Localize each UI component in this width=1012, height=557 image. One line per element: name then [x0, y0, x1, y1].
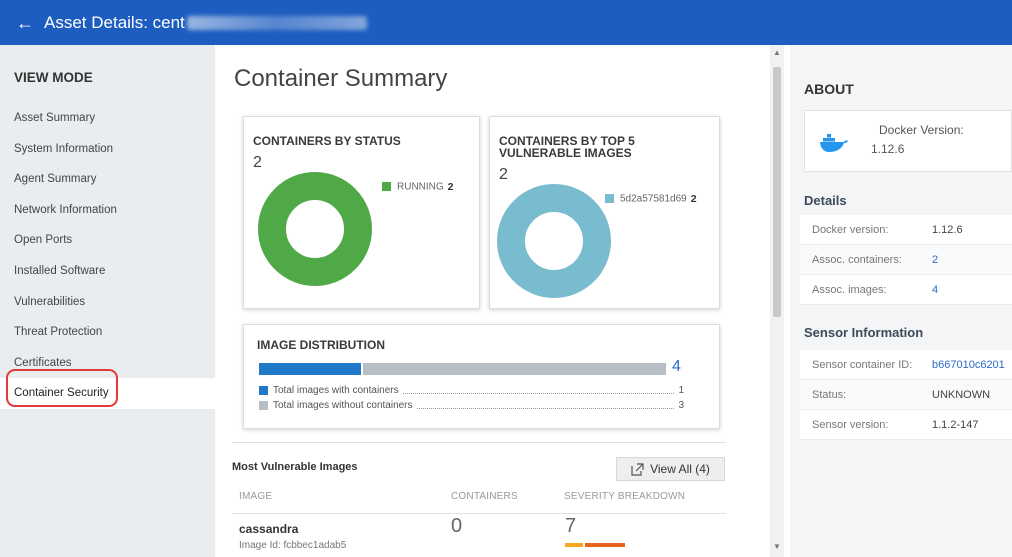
sensor-key: Status: [812, 388, 847, 401]
detail-value: 1.12.6 [932, 223, 963, 236]
sensor-version-value: 1.1.2-147 [932, 418, 979, 431]
sidebar-item-threat-protection[interactable]: Threat Protection [0, 317, 215, 348]
status-donut-chart [258, 172, 372, 286]
distribution-total[interactable]: 4 [672, 358, 681, 376]
assoc-images-link[interactable]: 4 [932, 284, 938, 296]
section-divider [232, 442, 726, 443]
sidebar-item-vulnerabilities[interactable]: Vulnerabilities [0, 287, 215, 318]
containers-by-vulnerable-images-card: CONTAINERS BY TOP 5 VULNERABLE IMAGES 2 … [489, 116, 720, 309]
image-id: Image Id: fcbbec1adab5 [239, 540, 347, 551]
top-bar: ← Asset Details: cent [0, 0, 1012, 45]
sensor-container-id-link[interactable]: b667010c6201 [932, 359, 1005, 371]
sensor-info-title: Sensor Information [804, 325, 924, 340]
legend-swatch-with [259, 385, 268, 395]
legend-swatch-image [605, 194, 614, 204]
docker-version-label: Docker Version: [879, 123, 964, 137]
card-title: CONTAINERS BY TOP 5 VULNERABLE IMAGES [499, 135, 635, 159]
about-panel: ABOUT Docker Version: 1.12.6 Details Doc… [790, 45, 1012, 557]
sensor-row-status: Status: UNKNOWN [800, 380, 1012, 410]
docker-version-box: Docker Version: 1.12.6 [804, 110, 1012, 172]
sensor-key: Sensor version: [812, 418, 889, 431]
sidebar: VIEW MODE Asset Summary System Informati… [0, 45, 215, 557]
assoc-containers-link[interactable]: 2 [932, 254, 938, 266]
severity-segment-medium [565, 543, 583, 547]
column-header-image[interactable]: IMAGE [239, 491, 272, 502]
section-title: Most Vulnerable Images [232, 461, 358, 473]
donut-slice-image [497, 184, 611, 298]
sensor-row-container-id: Sensor container ID: b667010c6201 [800, 350, 1012, 380]
image-distribution-card: IMAGE DISTRIBUTION 4 Total images with c… [243, 324, 720, 429]
external-link-icon [631, 462, 644, 476]
legend-value: 3 [678, 399, 684, 411]
details-title: Details [804, 193, 847, 208]
bar-segment-with-containers [259, 363, 361, 375]
legend-swatch-running [382, 182, 391, 192]
detail-key: Assoc. images: [812, 283, 887, 296]
legend-value: 2 [690, 192, 697, 205]
severity-bar [565, 543, 625, 547]
detail-row-assoc-containers: Assoc. containers: 2 [800, 245, 1012, 275]
dotted-leader [416, 402, 675, 409]
sensor-row-version: Sensor version: 1.1.2-147 [800, 410, 1012, 440]
legend-label: RUNNING [397, 181, 444, 193]
scroll-thumb[interactable] [773, 67, 781, 317]
sidebar-heading: VIEW MODE [14, 70, 93, 85]
redacted-hostname [186, 15, 367, 30]
legend-label: Total images without containers [273, 399, 413, 411]
vulnerable-images-donut-chart [497, 184, 611, 298]
page-header-title: Asset Details: cent [44, 12, 185, 32]
back-arrow-icon[interactable]: ← [16, 14, 34, 32]
sidebar-item-network-information[interactable]: Network Information [0, 195, 215, 226]
detail-key: Assoc. containers: [812, 253, 902, 266]
dotted-leader [402, 387, 675, 394]
donut-slice-running [258, 172, 372, 286]
distribution-bar [259, 363, 666, 375]
docker-version-value: 1.12.6 [871, 142, 905, 156]
sidebar-item-open-ports[interactable]: Open Ports [0, 225, 215, 256]
vuln-legend: 5d2a57581d69 2 [605, 190, 697, 208]
sidebar-item-certificates[interactable]: Certificates [0, 348, 215, 379]
image-name-link[interactable]: cassandra [239, 522, 298, 536]
column-header-severity[interactable]: SEVERITY BREAKDOWN [564, 491, 685, 502]
legend-value: 1 [678, 384, 684, 396]
card-title: IMAGE DISTRIBUTION [257, 338, 385, 352]
sidebar-item-agent-summary[interactable]: Agent Summary [0, 164, 215, 195]
sensor-key: Sensor container ID: [812, 358, 913, 371]
detail-row-assoc-images: Assoc. images: 4 [800, 275, 1012, 305]
legend-label: Total images with containers [273, 384, 399, 396]
detail-key: Docker version: [812, 223, 889, 236]
card-count: 2 [499, 166, 508, 183]
sensor-status-value: UNKNOWN [932, 388, 991, 401]
severity-segment-high [585, 543, 625, 547]
legend-value: 2 [447, 180, 454, 193]
card-title: CONTAINERS BY STATUS [253, 134, 401, 148]
about-title: ABOUT [804, 81, 854, 97]
main-scrollbar[interactable]: ▲ ▼ [770, 45, 784, 557]
sidebar-item-system-information[interactable]: System Information [0, 134, 215, 165]
containers-count: 0 [451, 515, 463, 537]
scroll-down-icon[interactable]: ▼ [770, 542, 784, 551]
card-count: 2 [253, 154, 262, 171]
distribution-row-with: Total images with containers 1 [259, 384, 684, 396]
scroll-up-icon[interactable]: ▲ [770, 48, 784, 57]
containers-by-status-card: CONTAINERS BY STATUS 2 RUNNING 2 [243, 116, 480, 309]
sidebar-item-installed-software[interactable]: Installed Software [0, 256, 215, 287]
view-all-label: View All (4) [650, 462, 710, 476]
docker-whale-icon [820, 134, 848, 152]
bar-segment-without-containers [362, 363, 666, 375]
severity-count: 7 [565, 515, 577, 537]
column-header-containers[interactable]: CONTAINERS [451, 491, 518, 502]
legend-label: 5d2a57581d69 [620, 193, 687, 205]
detail-row-docker-version: Docker version: 1.12.6 [800, 215, 1012, 245]
distribution-row-without: Total images without containers 3 [259, 399, 684, 411]
legend-swatch-without [259, 400, 268, 410]
page-title: Container Summary [234, 65, 448, 92]
main-content: Container Summary CONTAINERS BY STATUS 2… [215, 45, 770, 557]
view-all-button[interactable]: View All (4) [616, 457, 725, 481]
card-title-line2: VULNERABLE IMAGES [499, 146, 632, 160]
sidebar-item-container-security[interactable]: Container Security [0, 378, 215, 409]
table-divider [232, 513, 726, 514]
sidebar-item-asset-summary[interactable]: Asset Summary [0, 103, 215, 134]
status-legend: RUNNING 2 [382, 178, 454, 196]
